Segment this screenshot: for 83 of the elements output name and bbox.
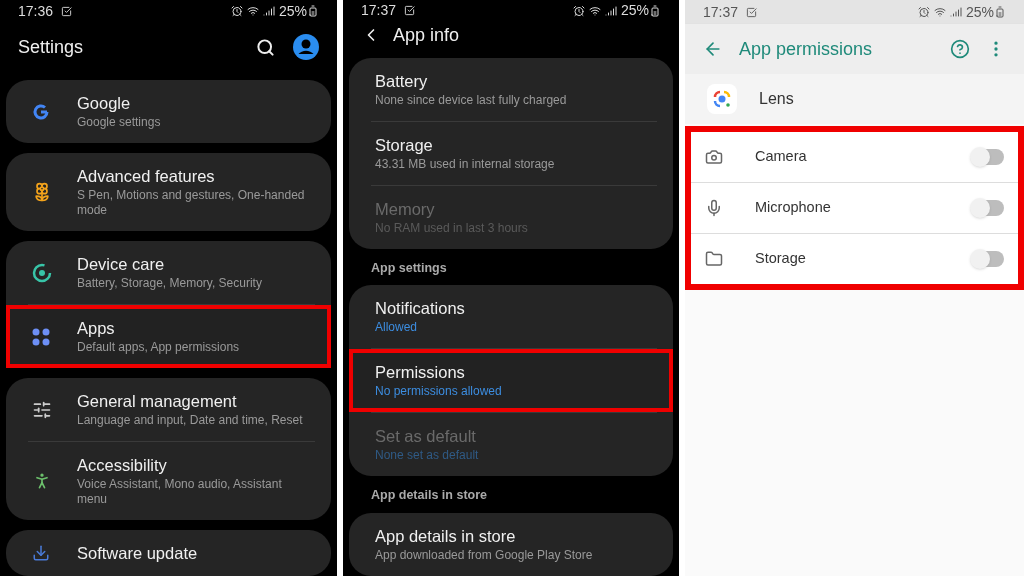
- item-title: Device care: [77, 254, 166, 274]
- item-subtitle: Google settings: [77, 115, 162, 130]
- item-title: Storage: [375, 134, 434, 155]
- settings-item[interactable]: General management Language and input, Date and time, Reset: [6, 378, 331, 441]
- notification-icon: [404, 5, 416, 16]
- settings-item[interactable]: Device care Battery, Storage, Memory, Security: [6, 241, 331, 304]
- battery-percent: 25%: [278, 1, 307, 21]
- folder-icon: [705, 250, 723, 268]
- sliders-icon: [32, 399, 52, 420]
- item-subtitle: None set as default: [375, 448, 480, 464]
- battery-percent: 25%: [620, 1, 649, 20]
- toggle-switch[interactable]: [972, 251, 1004, 267]
- settings-item[interactable]: Accessibility Voice Assistant, Mono audio, Assistant menu: [6, 442, 331, 520]
- section-header: App details in store: [370, 487, 488, 505]
- item-subtitle: Allowed: [375, 320, 419, 336]
- status-time: 17:37: [703, 2, 739, 22]
- permission-label: Storage: [755, 249, 807, 269]
- screen-title: App info: [393, 23, 461, 47]
- permission-label: Camera: [755, 147, 808, 167]
- apps-grid-icon: [32, 327, 50, 346]
- section-header: App settings: [370, 259, 448, 277]
- notification-icon: [746, 6, 758, 18]
- item-subtitle: Language and input, Date and time, Reset: [77, 413, 304, 428]
- lens-app-icon: [707, 84, 737, 114]
- wifi-icon: [588, 4, 601, 17]
- settings-item[interactable]: App details in store App downloaded from Google Play Store: [349, 513, 673, 576]
- item-title: Set as default: [375, 426, 477, 447]
- settings-item[interactable]: Storage 43.31 MB used in internal storage: [349, 121, 673, 185]
- flower-icon: [32, 182, 52, 202]
- permission-row[interactable]: Storage: [691, 234, 1018, 284]
- toggle-switch[interactable]: [972, 200, 1004, 216]
- status-time: 17:36: [18, 1, 54, 21]
- download-icon: [32, 544, 50, 562]
- alarm-icon: [917, 6, 930, 18]
- search-icon[interactable]: [256, 37, 275, 57]
- item-title: App details in store: [375, 526, 517, 546]
- google-g-icon: [32, 102, 50, 121]
- settings-item[interactable]: Notifications Allowed: [349, 285, 673, 349]
- item-title: Memory: [375, 198, 436, 219]
- item-title: Accessibility: [77, 455, 168, 475]
- battery-icon: [994, 6, 1006, 18]
- screen-title: App permissions: [739, 37, 874, 61]
- item-title: Permissions: [375, 362, 466, 383]
- alarm-icon: [230, 5, 243, 18]
- help-icon[interactable]: [950, 39, 970, 59]
- settings-item[interactable]: Apps Default apps, App permissions: [6, 305, 331, 368]
- item-subtitle: No permissions allowed: [375, 384, 503, 400]
- battery-icon: [649, 4, 661, 17]
- screen-title: Settings: [18, 35, 85, 59]
- item-subtitle: S Pen, Motions and gestures, One-handed mode: [77, 188, 306, 218]
- settings-item[interactable]: Battery None since device last fully charged: [349, 57, 673, 121]
- settings-item[interactable]: Permissions No permissions allowed: [349, 349, 673, 413]
- app-name: Lens: [759, 89, 794, 109]
- item-subtitle: 43.31 MB used in internal storage: [375, 156, 556, 172]
- permission-row[interactable]: Microphone: [691, 183, 1018, 233]
- alarm-icon: [572, 4, 585, 17]
- settings-item[interactable]: Software update: [6, 530, 331, 576]
- item-subtitle: None since device last fully charged: [375, 92, 568, 108]
- item-title: Advanced features: [77, 166, 216, 186]
- item-title: General management: [77, 391, 238, 411]
- status-time: 17:37: [361, 1, 397, 20]
- device-care-icon: [32, 262, 52, 283]
- item-title: Google: [77, 93, 132, 113]
- microphone-icon: [705, 199, 723, 217]
- permission-row[interactable]: Camera: [691, 132, 1018, 182]
- battery-icon: [307, 5, 319, 18]
- notification-icon: [61, 5, 73, 17]
- item-title: Software update: [77, 543, 199, 563]
- profile-avatar-icon[interactable]: [293, 34, 319, 61]
- item-subtitle: Default apps, App permissions: [77, 340, 241, 355]
- toggle-switch[interactable]: [972, 149, 1004, 165]
- item-subtitle: Battery, Storage, Memory, Security: [77, 276, 263, 291]
- wifi-icon: [933, 6, 946, 18]
- settings-item[interactable]: Advanced features S Pen, Motions and gestures, One-handed mode: [6, 153, 331, 231]
- camera-icon: [705, 148, 723, 166]
- item-subtitle: Voice Assistant, Mono audio, Assistant menu: [77, 477, 283, 507]
- item-title: Apps: [77, 318, 116, 338]
- settings-item[interactable]: Google Google settings: [6, 80, 331, 143]
- item-title: Battery: [375, 70, 429, 91]
- item-title: Notifications: [375, 298, 466, 319]
- permission-label: Microphone: [755, 198, 832, 218]
- item-subtitle: App downloaded from Google Play Store: [375, 548, 594, 563]
- battery-percent: 25%: [965, 2, 994, 22]
